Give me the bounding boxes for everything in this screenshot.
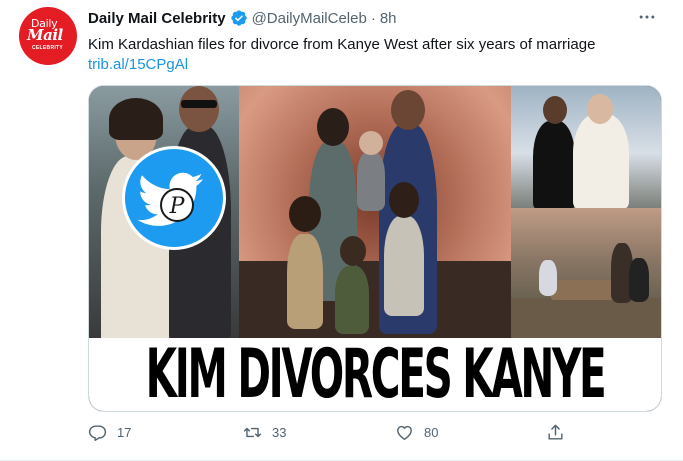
avatar-text-celebrity: CELEBRITY: [32, 45, 64, 51]
watermark-letter: P: [169, 194, 186, 219]
tweet-media[interactable]: P KIM DIVORCES KANYE: [88, 85, 662, 412]
retweet-icon: [243, 427, 262, 437]
share-icon: [548, 424, 563, 440]
more-options-button[interactable]: [635, 7, 659, 27]
tweet-link[interactable]: trib.al/15CPgAl: [88, 55, 188, 75]
headline-text: KIM DIVORCES KANYE: [145, 335, 607, 412]
tweet-card[interactable]: Daily Mail CELEBRITY Daily Mail Celebrit…: [0, 0, 683, 461]
like-button[interactable]: 80: [395, 420, 438, 444]
tweet-actions: 17 33 80: [88, 420, 660, 444]
twitter-bird-icon: P: [137, 172, 203, 226]
photo-family-center: [239, 86, 511, 338]
share-button[interactable]: [546, 420, 575, 444]
media-headline: KIM DIVORCES KANYE: [89, 335, 661, 412]
tweet-header: Daily Mail Celebrity @DailyMailCeleb · 8…: [88, 8, 397, 28]
separator-dot: ·: [370, 9, 376, 27]
more-horizontal-icon: [639, 15, 655, 19]
heart-icon: [397, 425, 412, 440]
reply-icon: [88, 424, 107, 441]
avatar-text-mail: Mail: [27, 26, 63, 44]
photo-outdoor-dinner: [511, 208, 661, 338]
tweet-text: Kim Kardashian files for divorce from Ka…: [88, 36, 596, 53]
like-count: 80: [424, 424, 439, 440]
verified-badge-icon: [230, 10, 247, 26]
user-handle[interactable]: @DailyMailCeleb: [252, 10, 367, 27]
twitter-bird-watermark: P: [122, 146, 226, 250]
photo-wedding: [511, 86, 661, 208]
reply-count: 17: [117, 424, 132, 440]
reply-button[interactable]: 17: [88, 420, 131, 444]
timestamp[interactable]: 8h: [380, 10, 397, 27]
retweet-count: 33: [272, 424, 287, 440]
avatar[interactable]: Daily Mail CELEBRITY: [19, 7, 77, 65]
retweet-button[interactable]: 33: [243, 420, 286, 444]
display-name[interactable]: Daily Mail Celebrity: [88, 10, 226, 27]
